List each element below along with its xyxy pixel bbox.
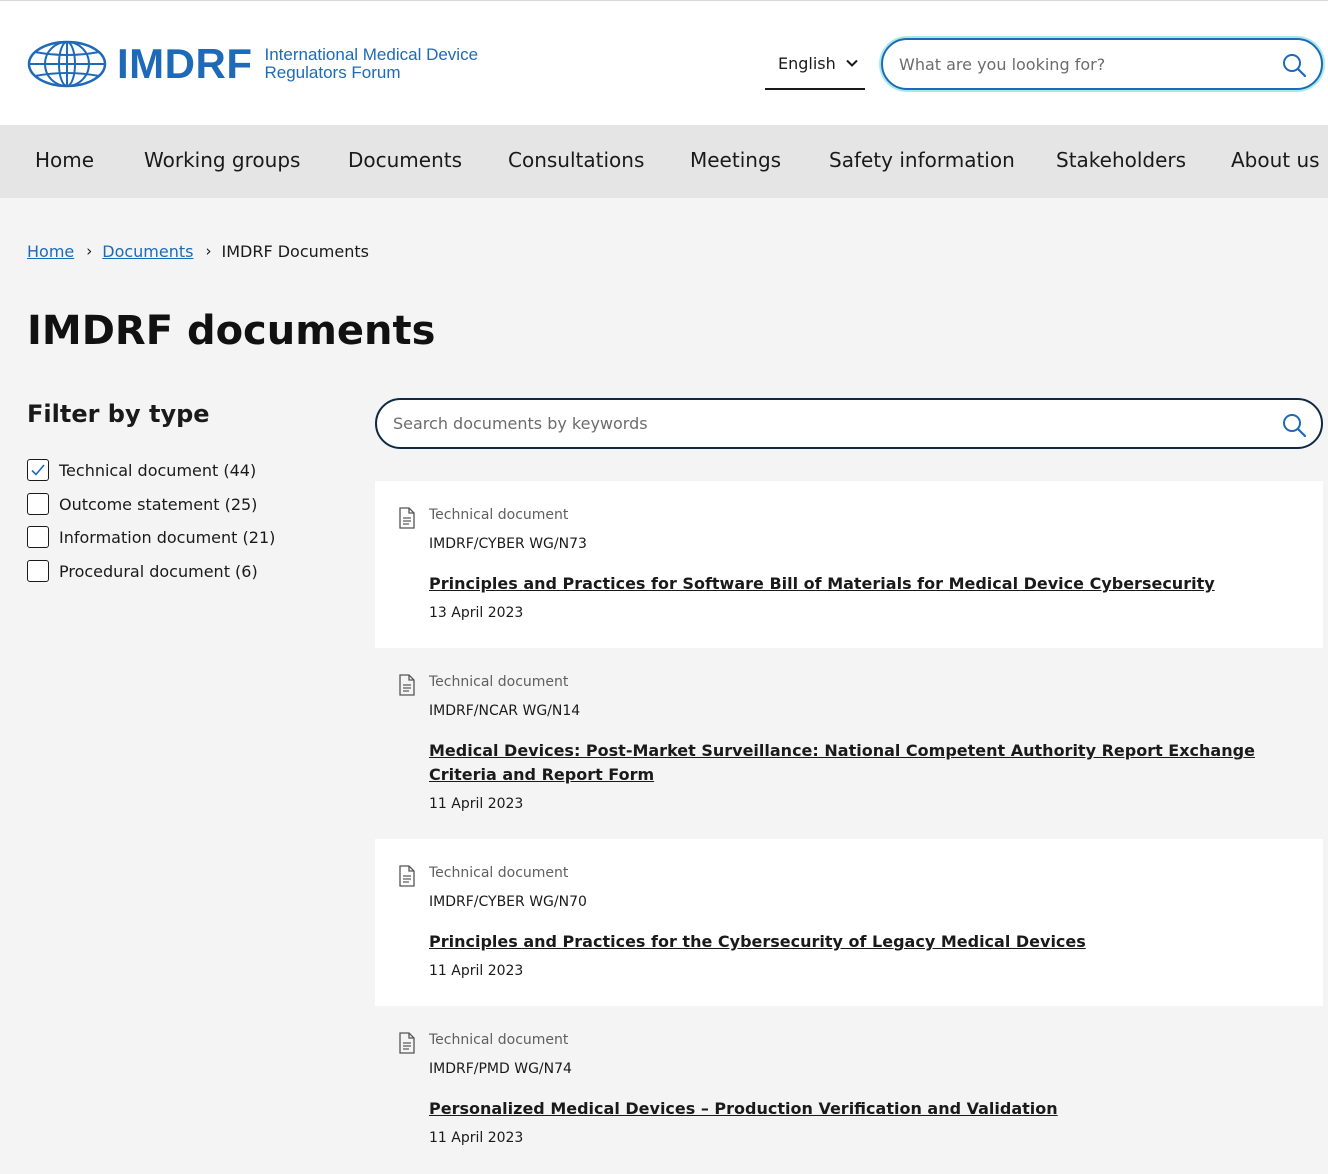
document-reference: IMDRF/CYBER WG/N73 <box>429 536 587 552</box>
breadcrumb-current: IMDRF Documents <box>221 241 369 261</box>
document-title-link[interactable]: Personalized Medical Devices – Productio… <box>429 1097 1289 1121</box>
document-card: Technical document IMDRF/NCAR WG/N14 Med… <box>375 648 1323 839</box>
filter-label: Procedural document (6) <box>59 561 258 581</box>
document-search-input[interactable] <box>393 400 753 447</box>
document-date: 11 April 2023 <box>429 963 524 979</box>
chevron-down-icon <box>846 59 858 67</box>
document-search-box <box>375 398 1323 449</box>
document-reference: IMDRF/NCAR WG/N14 <box>429 703 581 719</box>
breadcrumb: Home › Documents › IMDRF Documents <box>27 240 369 262</box>
filter-label: Information document (21) <box>59 527 276 547</box>
document-icon <box>399 1032 415 1054</box>
logo-tagline-line1: International Medical Device <box>264 45 479 64</box>
document-icon <box>399 507 415 529</box>
document-type: Technical document <box>429 674 569 690</box>
document-reference: IMDRF/PMD WG/N74 <box>429 1061 572 1077</box>
site-header: IMDRF International Medical Device Regul… <box>0 0 1328 125</box>
document-card: Technical document IMDRF/CYBER WG/N70 Pr… <box>375 839 1323 1006</box>
document-date: 11 April 2023 <box>429 796 524 812</box>
logo-wordmark: IMDRF <box>117 40 253 87</box>
language-select[interactable]: English <box>765 39 865 90</box>
breadcrumb-home-link[interactable]: Home <box>27 242 74 261</box>
document-title-link[interactable]: Principles and Practices for Software Bi… <box>429 572 1289 596</box>
filter-option-information-document[interactable]: Information document (21) <box>27 525 275 549</box>
filter-label: Outcome statement (25) <box>59 494 258 514</box>
nav-item-consultations[interactable]: Consultations <box>508 125 644 198</box>
nav-item-about-us[interactable]: About us <box>1231 125 1320 198</box>
nav-item-meetings[interactable]: Meetings <box>690 125 781 198</box>
document-card: Technical document IMDRF/CYBER WG/N73 Pr… <box>375 481 1323 648</box>
logo-tagline: International Medical Device Regulators … <box>264 46 478 82</box>
document-icon <box>399 674 415 696</box>
site-search-box <box>881 38 1323 90</box>
checkbox[interactable] <box>27 493 49 515</box>
breadcrumb-separator-icon: › <box>86 242 93 260</box>
search-icon[interactable] <box>1281 52 1307 78</box>
globe-icon <box>27 40 107 88</box>
main-nav: Home Working groups Documents Consultati… <box>0 125 1328 198</box>
breadcrumb-documents-link[interactable]: Documents <box>102 242 193 261</box>
checkbox[interactable] <box>27 526 49 548</box>
document-icon <box>399 865 415 887</box>
nav-item-stakeholders[interactable]: Stakeholders <box>1056 125 1186 198</box>
breadcrumb-separator-icon: › <box>205 242 212 260</box>
document-date: 11 April 2023 <box>429 1130 524 1146</box>
nav-item-working-groups[interactable]: Working groups <box>144 125 300 198</box>
nav-item-safety-information[interactable]: Safety information <box>829 125 1015 198</box>
checkbox[interactable] <box>27 560 49 582</box>
site-search-input[interactable] <box>899 40 1259 88</box>
document-type: Technical document <box>429 865 569 881</box>
document-title-link[interactable]: Medical Devices: Post-Market Surveillanc… <box>429 739 1289 787</box>
document-title-link[interactable]: Principles and Practices for the Cyberse… <box>429 930 1289 954</box>
page-title: IMDRF documents <box>27 308 436 354</box>
logo-tagline-line2: Regulators Forum <box>264 63 401 82</box>
nav-item-documents[interactable]: Documents <box>348 125 462 198</box>
search-icon[interactable] <box>1281 412 1307 438</box>
document-date: 13 April 2023 <box>429 605 524 621</box>
nav-item-home[interactable]: Home <box>35 125 94 198</box>
document-type: Technical document <box>429 1032 569 1048</box>
filter-option-technical-document[interactable]: Technical document (44) <box>27 458 256 482</box>
document-reference: IMDRF/CYBER WG/N70 <box>429 894 587 910</box>
filter-option-procedural-document[interactable]: Procedural document (6) <box>27 559 258 583</box>
imdrf-logo[interactable]: IMDRF International Medical Device Regul… <box>27 39 478 89</box>
filter-title: Filter by type <box>27 400 210 428</box>
document-card: Technical document IMDRF/PMD WG/N74 Pers… <box>375 1006 1323 1174</box>
filter-option-outcome-statement[interactable]: Outcome statement (25) <box>27 492 257 516</box>
document-type: Technical document <box>429 507 569 523</box>
checkmark-icon <box>31 464 45 476</box>
filter-label: Technical document (44) <box>59 460 257 480</box>
language-selected: English <box>778 54 836 73</box>
checkbox-checked[interactable] <box>27 459 49 481</box>
